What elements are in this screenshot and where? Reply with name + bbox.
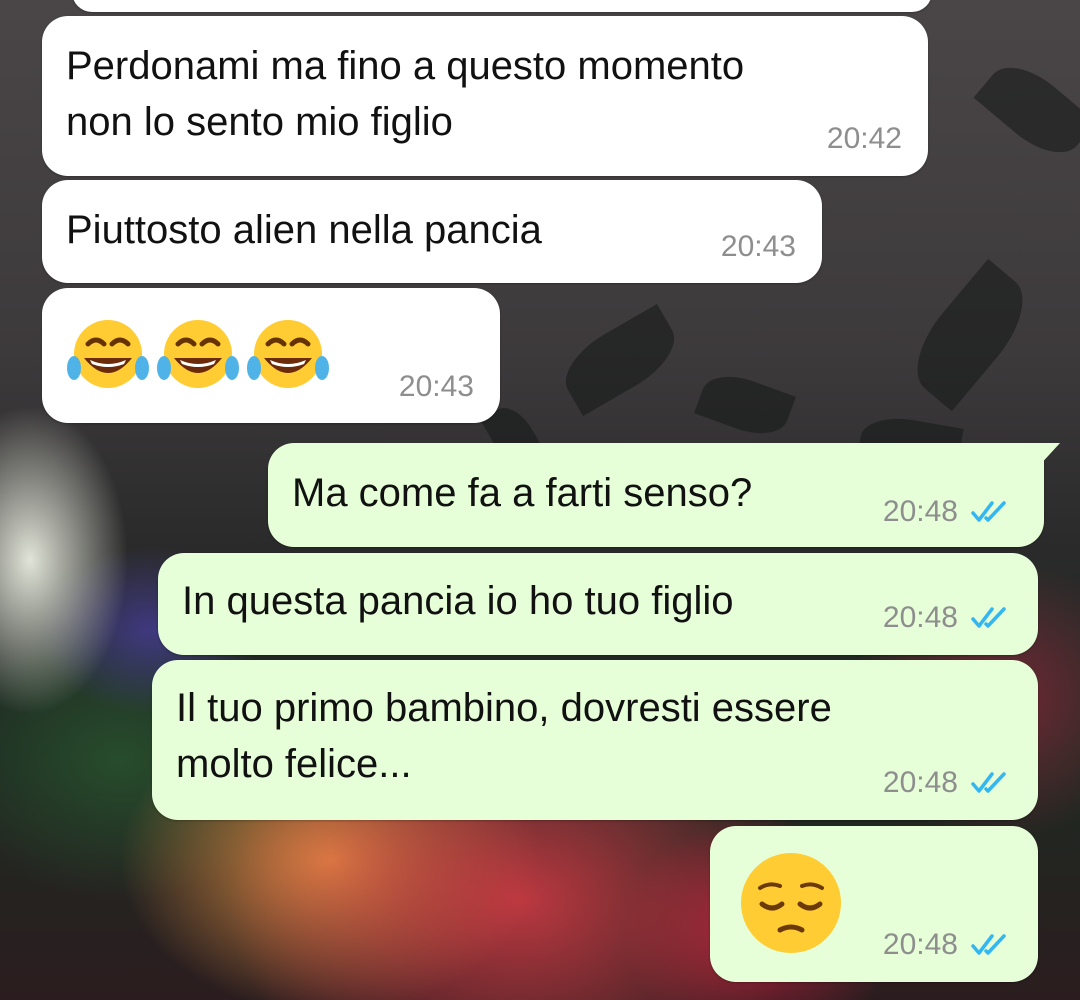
message-bubble-incoming[interactable]: 20:43 [42, 288, 500, 423]
face-with-tears-of-joy-icon [157, 320, 239, 388]
message-timestamp: 20:48 [882, 601, 958, 634]
message-text: Perdonami ma fino a questo momento non l… [66, 44, 745, 144]
message-timestamp: 20:43 [720, 230, 796, 263]
message-text: Ma come fa a farti senso? [292, 471, 753, 515]
message-bubble-incoming[interactable]: Piuttosto alien nella pancia 20:43 [42, 180, 822, 283]
message-bubble-outgoing[interactable]: In questa pancia io ho tuo figlio 20:48 [158, 553, 1038, 655]
double-check-read-icon [971, 934, 1006, 955]
message-timestamp: 20:48 [882, 928, 958, 961]
pensive-face-icon [741, 853, 841, 953]
message-text: Il tuo primo bambino, dovresti essere mo… [176, 686, 832, 786]
face-with-tears-of-joy-icon [247, 320, 329, 388]
message-bubble-outgoing[interactable]: Ma come fa a farti senso? 20:48 [268, 443, 1060, 547]
emoji-row [66, 314, 330, 398]
message-timestamp: 20:48 [882, 766, 958, 799]
message-timestamp: 20:43 [398, 370, 474, 403]
message-text: Piuttosto alien nella pancia [66, 208, 542, 252]
message-timestamp: 20:48 [882, 495, 958, 528]
double-check-read-icon [971, 772, 1006, 793]
message-text: In questa pancia io ho tuo figlio [182, 579, 734, 623]
message-bubble-outgoing[interactable]: 20:48 [710, 826, 1038, 982]
message-list[interactable]: Perdonami ma fino a questo momento non l… [0, 0, 1080, 1000]
face-with-tears-of-joy-icon [67, 320, 149, 388]
message-bubble-partial[interactable] [72, 0, 932, 12]
message-bubble-outgoing[interactable]: Il tuo primo bambino, dovresti essere mo… [152, 660, 1038, 820]
double-check-read-icon [971, 501, 1006, 522]
bubble-tail [1038, 443, 1060, 467]
message-bubble-incoming[interactable]: Perdonami ma fino a questo momento non l… [42, 16, 928, 176]
message-timestamp: 20:42 [826, 122, 902, 155]
double-check-read-icon [971, 607, 1006, 628]
